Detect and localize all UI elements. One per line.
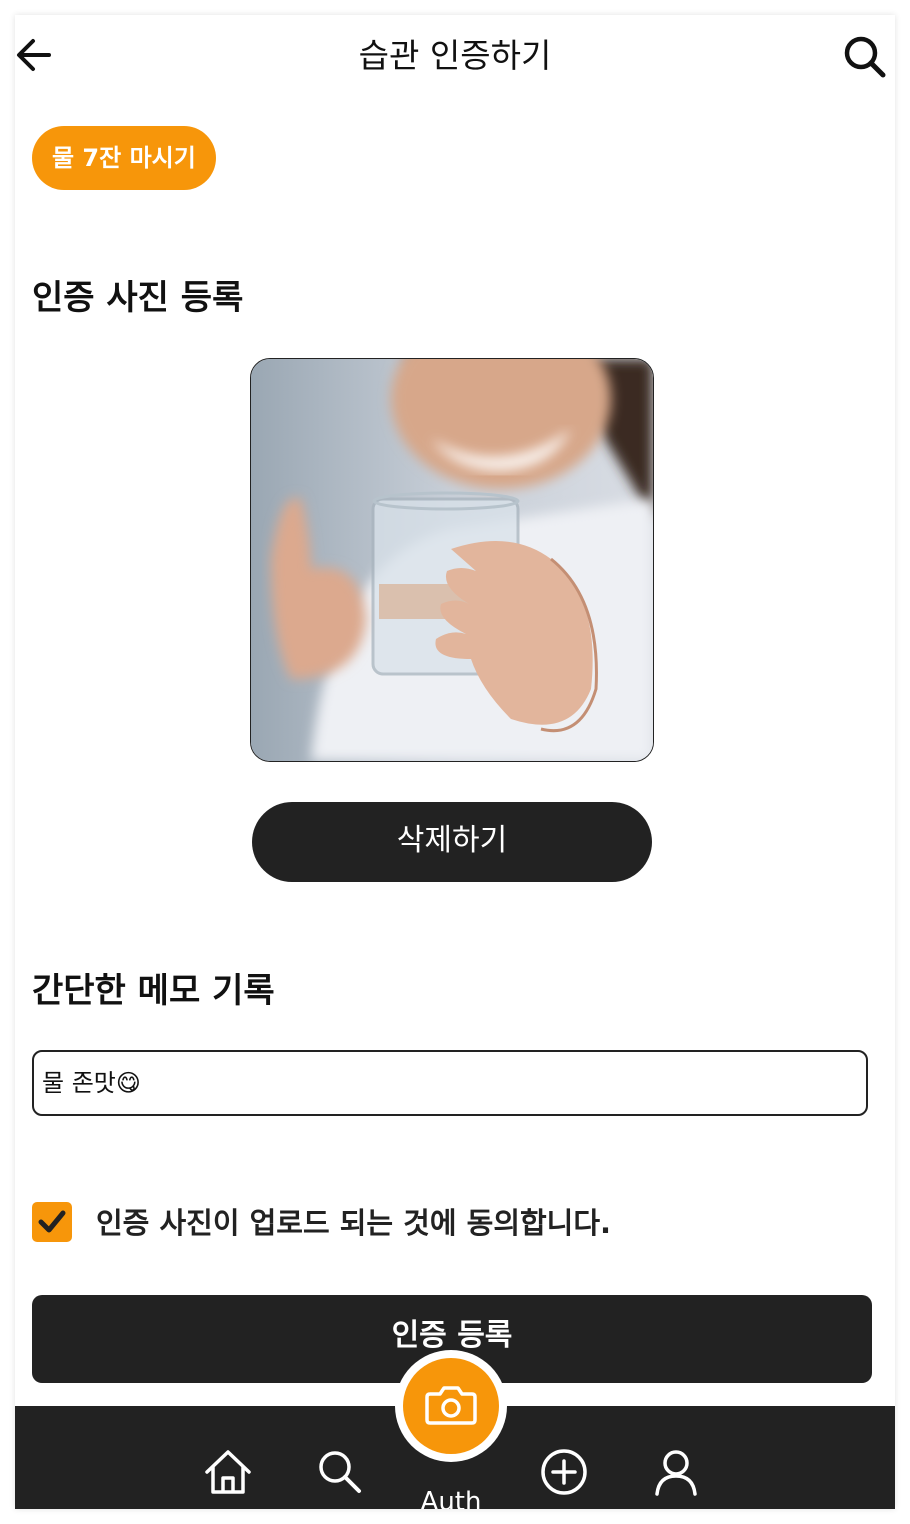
camera-icon [425, 1386, 477, 1425]
nav-home-button[interactable] [202, 1446, 254, 1498]
camera-button[interactable] [403, 1358, 499, 1454]
habit-chip: 물 7잔 마시기 [32, 126, 216, 190]
photo-section-title: 인증 사진 등록 [32, 278, 244, 318]
user-icon [655, 1450, 697, 1496]
delete-photo-button[interactable]: 삭제하기 [252, 802, 652, 882]
checkmark-icon [38, 1210, 66, 1233]
nav-auth-fab [395, 1350, 507, 1462]
uploaded-photo [250, 358, 654, 762]
search-button[interactable] [843, 35, 887, 79]
search-icon [319, 1451, 361, 1493]
nav-profile-button[interactable] [650, 1446, 702, 1498]
search-icon [844, 36, 886, 78]
agreement-label: 인증 사진이 업로드 되는 것에 동의합니다. [96, 1206, 612, 1240]
page-title: 습관 인증하기 [358, 36, 552, 75]
plus-circle-icon [541, 1449, 587, 1495]
header: 습관 인증하기 [15, 15, 895, 90]
memo-section-title: 간단한 메모 기록 [32, 971, 275, 1011]
agreement-checkbox[interactable] [32, 1202, 72, 1242]
app-frame: 습관 인증하기 물 7잔 마시기 인증 사진 등록 삭제하기 간단한 메모 기록… [15, 15, 895, 1509]
memo-input[interactable]: 물 존맛😋 [32, 1050, 868, 1116]
photo-image [251, 359, 653, 761]
nav-add-button[interactable] [538, 1446, 590, 1498]
home-icon [205, 1450, 251, 1494]
nav-auth-label: Auth [420, 1487, 482, 1509]
nav-search-button[interactable] [314, 1446, 366, 1498]
